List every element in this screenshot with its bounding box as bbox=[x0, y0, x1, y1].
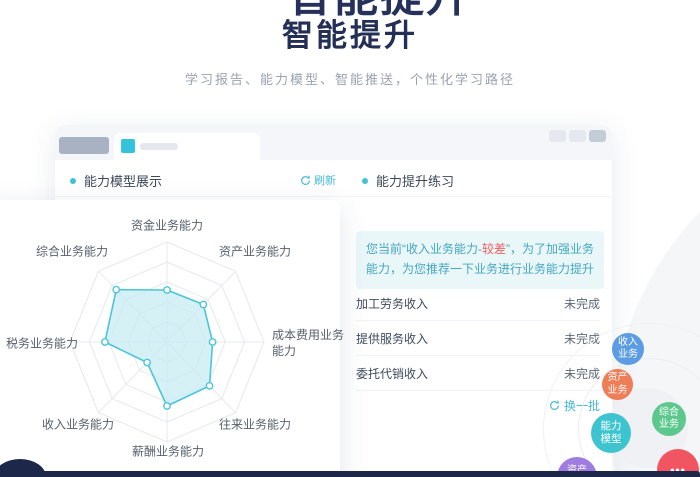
left-panel-title: 能力模型展示 bbox=[84, 174, 162, 189]
notice-highlight: 较差 bbox=[482, 242, 506, 256]
next-section-edge bbox=[14, 471, 700, 477]
tab-favicon-icon bbox=[121, 139, 135, 153]
status-badge: 未完成 bbox=[564, 330, 600, 347]
bullet-dot-icon bbox=[70, 178, 76, 184]
status-badge: 未完成 bbox=[564, 295, 600, 312]
radar-chart: 资金业务能力 资产业务能力 成本费用业务能力 往来业务能力 薪酬业务能力 收入业… bbox=[0, 200, 340, 477]
practice-item-label: 委托代销收入 bbox=[356, 365, 428, 382]
hero-header: 智能提升 学习报告、能力模型、智能推送，个性化学习路径 bbox=[0, 10, 700, 88]
window-control-button[interactable] bbox=[549, 130, 566, 142]
practice-item-label: 加工劳务收入 bbox=[356, 295, 428, 312]
bullet-dot-icon bbox=[362, 178, 368, 184]
page: 智能提升 智能提升 学习报告、能力模型、智能推送，个性化学习路径 能力模型展示 bbox=[0, 0, 700, 477]
list-item[interactable]: 提供服务收入 未完成 bbox=[356, 321, 600, 356]
list-item[interactable]: 委托代销收入 未完成 bbox=[356, 356, 600, 391]
browser-tab-active[interactable] bbox=[114, 133, 260, 160]
list-item[interactable]: 加工劳务收入 未完成 bbox=[356, 285, 600, 321]
practice-list: 加工劳务收入 未完成 提供服务收入 未完成 委托代销收入 未完成 bbox=[356, 285, 600, 391]
radar-axis-label: 成本费用业务能力 bbox=[272, 328, 352, 359]
status-badge: 未完成 bbox=[564, 365, 600, 382]
refresh-icon bbox=[300, 175, 311, 186]
tab-title-placeholder bbox=[140, 143, 178, 150]
notice-text: 您当前“收入业务能力- bbox=[366, 242, 482, 256]
refresh-button[interactable]: 刷新 bbox=[300, 172, 336, 188]
refresh-label: 刷新 bbox=[314, 172, 336, 188]
radar-axis-label: 综合业务能力 bbox=[36, 243, 108, 260]
page-title: 智能提升 bbox=[0, 10, 700, 55]
panel-headers-row: 能力模型展示 刷新 能力提升练习 bbox=[55, 160, 612, 197]
change-batch-label: 换一批 bbox=[564, 397, 600, 414]
badge-overall-business[interactable]: 综合业务 bbox=[652, 402, 686, 436]
radar-chart-card: 资金业务能力 资产业务能力 成本费用业务能力 往来业务能力 薪酬业务能力 收入业… bbox=[0, 200, 340, 477]
radar-axis-label: 薪酬业务能力 bbox=[132, 443, 204, 460]
change-batch-button[interactable]: 换一批 bbox=[356, 397, 600, 414]
window-control-button[interactable] bbox=[569, 130, 586, 142]
radar-axis-label: 往来业务能力 bbox=[219, 416, 291, 433]
badge-income-business[interactable]: 收入业务 bbox=[612, 333, 644, 365]
left-panel-header: 能力模型展示 bbox=[70, 171, 162, 191]
radar-axis-label: 资产业务能力 bbox=[219, 243, 291, 260]
badge-asset-business[interactable]: 资产业务 bbox=[602, 369, 633, 400]
recommendation-notice: 您当前“收入业务能力-较差”，为了加强业务能力，为您推荐一下业务进行业务能力提升 bbox=[356, 231, 604, 289]
radar-axis-label: 收入业务能力 bbox=[42, 416, 114, 433]
refresh-icon bbox=[549, 400, 560, 411]
radar-axis-label: 资金业务能力 bbox=[131, 217, 203, 234]
right-panel-header: 能力提升练习 bbox=[362, 171, 454, 191]
radar-axis-label: 税务业务能力 bbox=[6, 335, 78, 352]
browser-tabstrip bbox=[55, 125, 612, 160]
practice-item-label: 提供服务收入 bbox=[356, 330, 428, 347]
window-control-button[interactable] bbox=[589, 130, 606, 142]
browser-tab-inactive[interactable] bbox=[59, 137, 109, 154]
page-subtitle: 学习报告、能力模型、智能推送，个性化学习路径 bbox=[0, 69, 700, 88]
right-panel-title: 能力提升练习 bbox=[376, 174, 454, 189]
badge-ability-model[interactable]: 能力模型 bbox=[591, 413, 631, 453]
